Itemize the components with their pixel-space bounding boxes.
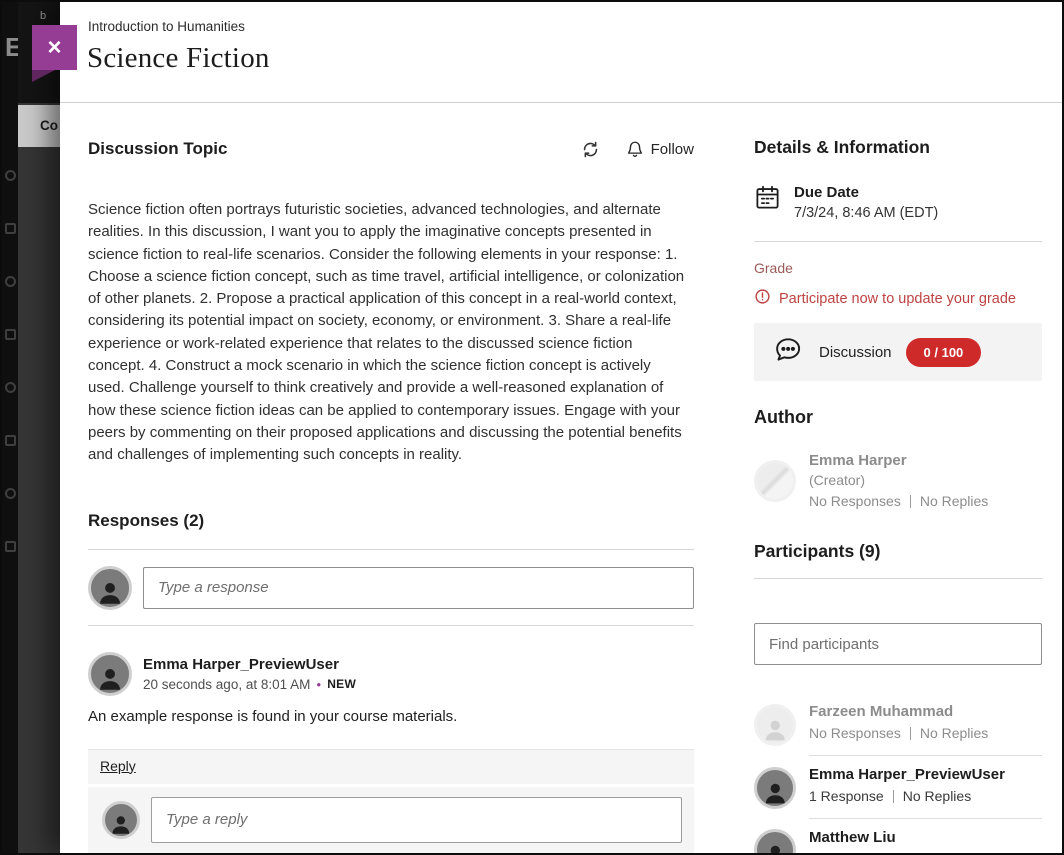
breadcrumb: Introduction to Humanities [88,19,245,34]
page-title: Science Fiction [87,42,270,75]
participant-name: Farzeen Muhammad [809,703,1042,720]
participant-row[interactable]: Emma Harper_PreviewUser 1 Response No Re… [754,756,1042,819]
background-nav-icon [5,435,16,446]
participants-list: Farzeen Muhammad No Responses No Replies [754,693,1042,853]
participant-row[interactable]: Matthew Liu 1 Response No Replies [754,819,1042,853]
background-nav-icons [2,170,18,552]
background-nav-icon [5,541,16,552]
background-nav-icon [5,329,16,340]
reply-input[interactable] [151,797,682,843]
response-author-avatar [88,652,132,696]
participant-avatar [754,704,796,746]
calendar-icon [754,184,781,216]
author-responses: No Responses [809,493,901,509]
bell-icon [626,140,644,158]
grade-label: Grade [754,260,1042,276]
background-nav-icon [5,382,16,393]
stat-separator [893,790,894,803]
background-nav-icon [5,170,16,181]
follow-label: Follow [651,141,694,158]
background-nav-label-fragment: Co [18,105,62,147]
responses-heading: Responses (2) [88,511,694,531]
stat-separator [910,727,911,740]
reply-link[interactable]: Reply [100,758,136,774]
participant-replies: No Replies [903,788,971,804]
background-page-sliver: b Co [18,2,62,853]
background-nav-icon [5,488,16,499]
panel-header: × Introduction to Humanities Science Fic… [60,2,1062,103]
divider [88,625,694,626]
close-button[interactable]: × [32,25,77,70]
refresh-button[interactable] [581,140,600,159]
participant-responses: 1 Response [809,788,884,804]
participant-replies: No Replies [920,725,988,741]
discussion-icon [772,334,803,370]
screen: E b Co × Introduction to Humanities Scie… [0,0,1064,855]
panel-content: Discussion Topic [60,103,1062,853]
close-icon: × [47,34,61,62]
new-badge-dot: ● [316,680,321,689]
grade-score-pill: 0 / 100 [906,338,982,367]
participant-avatar [754,829,796,853]
stat-separator [910,495,911,508]
response-author-name: Emma Harper_PreviewUser [143,656,356,673]
divider [754,578,1042,579]
background-nav-icon [5,223,16,234]
author-role: (Creator) [809,472,988,488]
stat-separator [893,853,894,854]
divider [88,549,694,550]
due-date-row: Due Date 7/3/24, 8:46 AM (EDT) [754,184,1042,221]
discussion-topic-heading: Discussion Topic [88,139,228,159]
discussion-topic-body: Science fiction often portrays futuristi… [88,199,686,467]
participant-name: Matthew Liu [809,829,1042,846]
discussion-panel: × Introduction to Humanities Science Fic… [60,2,1062,853]
response-timestamp: 20 seconds ago, at 8:01 AM [143,677,310,692]
details-column: Details & Information Due Date 7/3/24, 8… [754,103,1042,853]
author-avatar [754,460,796,502]
alert-icon [754,288,771,309]
grade-warning-text: Participate now to update your grade [779,291,1016,307]
participant-responses: No Responses [809,725,901,741]
background-app-rail: E [2,2,18,853]
response-compose-row [88,566,694,610]
author-replies: No Replies [920,493,988,509]
participant-replies: No Replies [903,851,971,853]
author-heading: Author [754,407,1042,428]
new-badge: NEW [327,677,356,691]
current-user-avatar [102,801,140,839]
response-item: Emma Harper_PreviewUser 20 seconds ago, … [88,652,694,853]
reply-compose-row [88,787,694,853]
due-date-label: Due Date [794,184,938,201]
grade-box: Discussion 0 / 100 [754,323,1042,381]
participants-heading: Participants (9) [754,541,1042,562]
current-user-avatar [88,566,132,610]
grade-item-label: Discussion [819,344,892,361]
find-participants-input[interactable] [754,623,1042,665]
main-column: Discussion Topic [88,103,694,853]
participant-avatar [754,767,796,809]
follow-button[interactable]: Follow [626,140,694,158]
participant-name: Emma Harper_PreviewUser [809,766,1042,783]
due-date-value: 7/3/24, 8:46 AM (EDT) [794,205,938,221]
grade-warning: Participate now to update your grade [754,288,1042,309]
refresh-icon [581,140,600,159]
author-row: Emma Harper (Creator) No Responses No Re… [754,452,1042,509]
background-nav-icon [5,276,16,287]
participant-row[interactable]: Farzeen Muhammad No Responses No Replies [754,693,1042,756]
participant-responses: 1 Response [809,851,884,853]
background-text-fragment: b [40,10,46,22]
author-name: Emma Harper [809,452,988,469]
divider [754,241,1042,242]
response-body: An example response is found in your cou… [88,708,694,725]
reply-area: Reply [88,749,694,853]
details-heading: Details & Information [754,137,1042,158]
response-input[interactable] [143,567,694,609]
